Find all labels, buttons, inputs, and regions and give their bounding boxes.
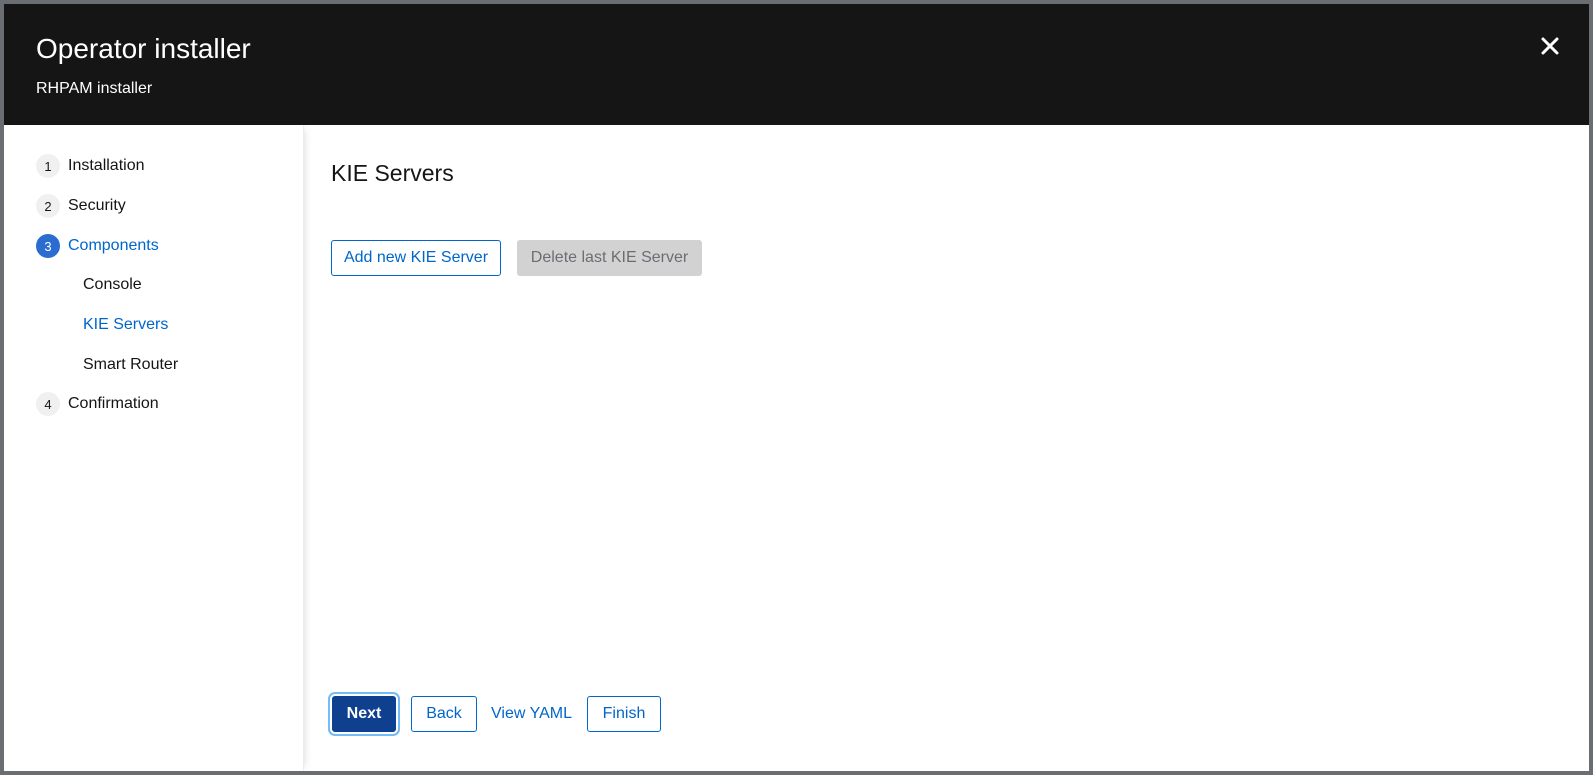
step-label: Installation <box>68 157 145 174</box>
page-title: KIE Servers <box>331 160 454 186</box>
modal-header: Operator installer RHPAM installer <box>4 4 1589 125</box>
step-number: 1 <box>36 154 60 178</box>
wizard-nav: 1 Installation 2 Security 3 Components C… <box>4 125 304 771</box>
step-number: 3 <box>36 234 60 258</box>
finish-button[interactable]: Finish <box>587 696 661 732</box>
nav-substep-smart-router[interactable]: Smart Router <box>83 355 178 375</box>
add-kie-server-button[interactable]: Add new KIE Server <box>331 240 501 276</box>
step-number: 4 <box>36 392 60 416</box>
nav-substep-console[interactable]: Console <box>83 275 142 295</box>
nav-step-components[interactable]: 3 Components <box>36 233 159 259</box>
installer-modal: Operator installer RHPAM installer 1 Ins… <box>4 4 1589 771</box>
next-button[interactable]: Next <box>332 696 396 732</box>
step-label: Confirmation <box>68 395 159 412</box>
step-label: Components <box>68 237 159 254</box>
delete-kie-server-button[interactable]: Delete last KIE Server <box>517 240 702 276</box>
wizard-main: KIE Servers Add new KIE Server Delete la… <box>304 125 1589 771</box>
view-yaml-button[interactable]: View YAML <box>487 696 576 732</box>
nav-step-security[interactable]: 2 Security <box>36 193 126 219</box>
step-label: Security <box>68 197 126 214</box>
nav-substep-kie-servers[interactable]: KIE Servers <box>83 315 168 335</box>
back-button[interactable]: Back <box>411 696 477 732</box>
modal-title: Operator installer <box>36 33 251 64</box>
nav-step-confirmation[interactable]: 4 Confirmation <box>36 391 159 417</box>
nav-step-installation[interactable]: 1 Installation <box>36 153 145 179</box>
close-button[interactable] <box>1537 34 1563 60</box>
step-number: 2 <box>36 194 60 218</box>
modal-subtitle: RHPAM installer <box>36 80 153 97</box>
close-icon <box>1541 37 1559 58</box>
